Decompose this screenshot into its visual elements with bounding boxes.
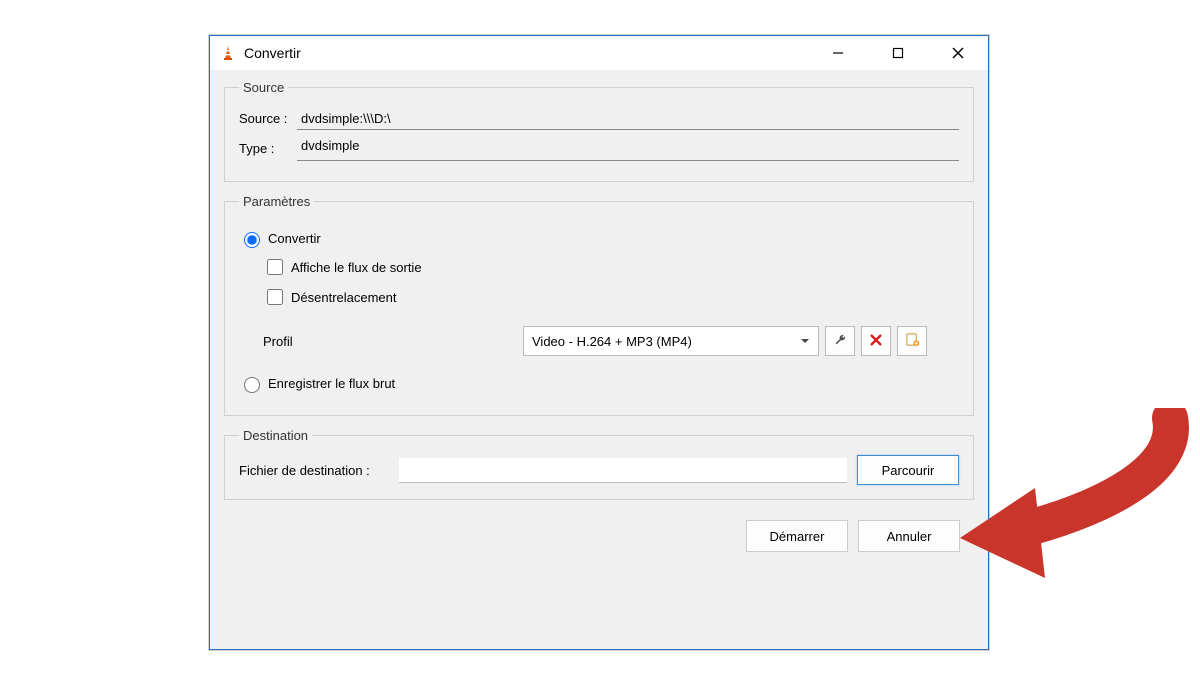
vlc-cone-icon bbox=[220, 45, 236, 61]
source-group: Source Source : Type : dvdsimple bbox=[224, 80, 974, 182]
source-input[interactable] bbox=[297, 107, 959, 130]
browse-button-label: Parcourir bbox=[882, 463, 935, 478]
show-output-label: Affiche le flux de sortie bbox=[291, 260, 422, 275]
destination-legend: Destination bbox=[239, 428, 312, 443]
deinterlace-checkbox[interactable] bbox=[267, 289, 283, 305]
wrench-icon bbox=[833, 332, 848, 350]
delete-profile-button[interactable] bbox=[861, 326, 891, 356]
destination-file-input[interactable] bbox=[399, 458, 847, 483]
titlebar: Convertir bbox=[210, 36, 988, 70]
type-value: dvdsimple bbox=[297, 136, 959, 161]
convert-radio[interactable] bbox=[244, 232, 260, 248]
source-label: Source : bbox=[239, 111, 297, 126]
cancel-button[interactable]: Annuler bbox=[858, 520, 960, 552]
maximize-button[interactable] bbox=[868, 36, 928, 70]
close-button[interactable] bbox=[928, 36, 988, 70]
show-output-checkbox[interactable] bbox=[267, 259, 283, 275]
window-title: Convertir bbox=[244, 45, 808, 61]
edit-profile-button[interactable] bbox=[825, 326, 855, 356]
convert-dialog: Convertir Source Source : Type : dvdsimp… bbox=[209, 35, 989, 650]
minimize-button[interactable] bbox=[808, 36, 868, 70]
window-controls bbox=[808, 36, 988, 70]
destination-file-label: Fichier de destination : bbox=[239, 463, 399, 478]
dump-raw-radio[interactable] bbox=[244, 377, 260, 393]
destination-group: Destination Fichier de destination : Par… bbox=[224, 428, 974, 500]
deinterlace-label: Désentrelacement bbox=[291, 290, 397, 305]
profile-select[interactable]: Video - H.264 + MP3 (MP4) bbox=[523, 326, 819, 356]
new-profile-icon bbox=[905, 332, 920, 350]
profile-selected-value: Video - H.264 + MP3 (MP4) bbox=[532, 334, 692, 349]
source-legend: Source bbox=[239, 80, 288, 95]
parameters-legend: Paramètres bbox=[239, 194, 314, 209]
delete-icon bbox=[869, 333, 883, 350]
dump-raw-label: Enregistrer le flux brut bbox=[268, 376, 395, 391]
cancel-button-label: Annuler bbox=[887, 529, 932, 544]
type-label: Type : bbox=[239, 141, 297, 156]
profile-label: Profil bbox=[263, 334, 523, 349]
dialog-footer: Démarrer Annuler bbox=[224, 512, 974, 552]
browse-button[interactable]: Parcourir bbox=[857, 455, 959, 485]
start-button-label: Démarrer bbox=[770, 529, 825, 544]
new-profile-button[interactable] bbox=[897, 326, 927, 356]
start-button[interactable]: Démarrer bbox=[746, 520, 848, 552]
chevron-down-icon bbox=[800, 334, 810, 349]
convert-radio-label: Convertir bbox=[268, 231, 321, 246]
parameters-group: Paramètres Convertir Affiche le flux de … bbox=[224, 194, 974, 416]
dialog-content: Source Source : Type : dvdsimple Paramèt… bbox=[210, 70, 988, 566]
